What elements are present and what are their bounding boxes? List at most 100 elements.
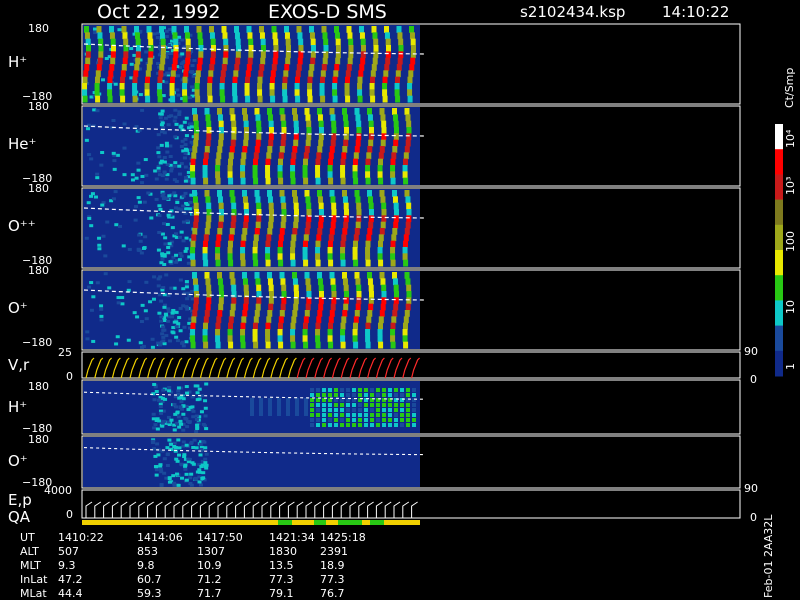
spectrogram-pixel <box>87 285 92 289</box>
streak-segment <box>254 228 260 235</box>
spectrogram-pixel <box>129 47 134 51</box>
streak-segment <box>206 202 212 210</box>
spectrogram-pixel <box>185 307 190 311</box>
spectrogram-pixel <box>177 164 182 168</box>
spectrogram-pixel <box>412 403 416 407</box>
streak-segment <box>256 133 262 141</box>
spectrogram-pixel <box>167 43 172 47</box>
spectrogram-pixel <box>376 418 380 422</box>
streak-segment <box>242 108 247 115</box>
spectrogram-pixel <box>268 398 272 416</box>
spectrogram-pixel <box>191 445 196 449</box>
spectrogram-pixel <box>310 403 314 407</box>
streak-segment <box>97 57 103 65</box>
streak-segment <box>343 120 349 128</box>
spectrogram-pixel <box>203 446 208 450</box>
streak-segment <box>242 228 248 235</box>
streak-segment <box>393 215 399 223</box>
spectrogram-pixel <box>322 418 326 422</box>
qa-bar-segment <box>278 520 292 525</box>
streak-segment <box>182 95 188 103</box>
streak-segment <box>206 215 212 223</box>
streak-segment <box>254 272 260 279</box>
spectrogram-pixel <box>172 119 177 123</box>
spectrogram-pixel <box>120 302 125 306</box>
streak-segment <box>203 152 209 160</box>
spectrogram-pixel <box>114 223 119 227</box>
streak-segment <box>327 335 333 343</box>
streak-segment <box>303 316 309 324</box>
streak-segment <box>144 83 150 90</box>
streak-segment <box>356 209 362 216</box>
streak-segment <box>279 228 285 235</box>
spectrogram-pixel <box>204 427 209 431</box>
spectrogram-pixel <box>168 155 173 159</box>
ephemeris-cell: 71.7 <box>197 587 222 600</box>
streak-segment <box>340 177 346 185</box>
spectrogram-pixel <box>358 413 362 417</box>
streak-segment <box>220 95 226 103</box>
spectrogram-pixel <box>103 272 108 276</box>
streak-segment <box>329 272 335 279</box>
qa-bar-segment <box>370 520 384 525</box>
streak-segment <box>340 253 346 261</box>
spectrogram-pixel <box>171 474 176 478</box>
spectrogram-pixel <box>150 337 155 341</box>
streak-segment <box>327 329 333 336</box>
streak-segment <box>403 259 409 267</box>
streak-segment <box>192 310 198 317</box>
spectrogram-pixel <box>394 388 398 392</box>
streak-segment <box>257 89 263 97</box>
streak-segment <box>302 240 308 248</box>
streak-segment <box>355 139 361 147</box>
spectrogram-pixel <box>175 201 180 205</box>
spectrogram-pixel <box>154 390 159 394</box>
streak-segment <box>318 209 324 216</box>
streak-segment <box>219 83 225 90</box>
streak-segment <box>202 158 208 166</box>
spectrogram-pixel <box>194 446 199 450</box>
streak-segment <box>273 51 279 59</box>
ephemeris-cell: 71.2 <box>197 573 222 586</box>
streak-segment <box>305 114 311 122</box>
streak-segment <box>403 152 409 160</box>
spectrogram-pixel <box>176 483 181 487</box>
spectrogram-pixel <box>406 408 410 412</box>
streak-segment <box>390 322 396 330</box>
streak-segment <box>192 196 198 204</box>
streak-segment <box>294 76 300 84</box>
streak-segment <box>227 322 233 330</box>
streak-segment <box>406 202 412 210</box>
colorbar-tick-1000: 10³ <box>784 177 797 195</box>
streak-segment <box>231 297 237 305</box>
streak-segment <box>355 114 361 122</box>
spectrogram-pixel <box>198 483 203 487</box>
streak-segment <box>245 95 251 103</box>
streak-segment <box>82 89 88 97</box>
spectrogram-pixel <box>394 393 398 397</box>
streak-segment <box>303 177 309 185</box>
streak-segment <box>369 83 375 90</box>
spectrogram-pixel <box>179 462 184 466</box>
streak-segment <box>235 45 241 52</box>
streak-segment <box>160 51 166 59</box>
streak-segment <box>381 291 387 298</box>
streak-segment <box>245 70 251 78</box>
streak-segment <box>204 272 210 279</box>
spectrogram-pixel <box>376 423 380 427</box>
streak-segment <box>406 291 412 298</box>
streak-segment <box>320 70 326 78</box>
spectrogram-pixel <box>122 146 127 150</box>
spectrogram-pixel <box>185 391 190 395</box>
streak-segment <box>121 64 127 71</box>
streak-segment <box>393 303 399 311</box>
spectrogram-pixel <box>164 80 169 84</box>
streak-segment <box>315 171 321 179</box>
spectrogram-pixel <box>157 155 162 159</box>
ephemeris-cell: 2391 <box>320 545 348 558</box>
streak-segment <box>356 291 362 298</box>
colorbar-segment <box>775 350 783 377</box>
spectrogram-pixel <box>191 409 196 413</box>
streak-segment <box>380 139 386 147</box>
streak-segment <box>217 196 223 204</box>
